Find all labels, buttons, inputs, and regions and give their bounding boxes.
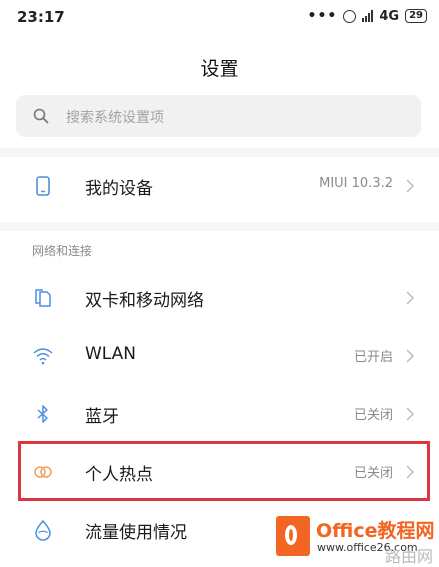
watermark-corner: 路由网 <box>384 547 433 566</box>
settings-row-bluetooth[interactable]: 蓝牙 已关闭 <box>0 385 439 443</box>
bluetooth-icon <box>37 405 48 423</box>
bluetooth-status: 已关闭 <box>353 408 393 423</box>
search-icon <box>33 108 49 124</box>
status-time: 23:17 <box>17 8 65 26</box>
section-header-network: 网络和连接 <box>32 244 93 258</box>
battery-icon: 29 <box>405 9 427 23</box>
phone-icon <box>36 176 50 196</box>
sim-card-icon <box>35 289 51 307</box>
highlight-annotation <box>18 441 430 501</box>
section-divider <box>0 148 439 157</box>
chevron-right-icon <box>406 179 415 193</box>
search-input[interactable]: 搜索系统设置项 <box>16 95 421 137</box>
page-title: 设置 <box>200 58 239 80</box>
status-bar: 23:17 ••• 4G 29 <box>0 0 439 34</box>
status-icons: ••• 4G 29 <box>307 8 427 24</box>
data-drop-icon <box>35 519 51 541</box>
chevron-right-icon <box>406 291 415 305</box>
chevron-right-icon <box>406 407 415 421</box>
wlan-status: 已开启 <box>353 350 393 365</box>
watermark: Office教程网 www.office26.com 路由网 <box>276 512 439 566</box>
bluetooth-label: 蓝牙 <box>85 407 119 427</box>
wifi-icon <box>33 348 53 365</box>
alarm-icon <box>343 9 357 23</box>
wlan-label: WLAN <box>85 344 137 364</box>
chevron-right-icon <box>406 349 415 363</box>
settings-row-dual-sim[interactable]: 双卡和移动网络 <box>0 269 439 327</box>
section-divider <box>0 222 439 231</box>
network-type-label: 4G <box>379 8 400 24</box>
office-logo-icon <box>276 516 310 556</box>
dual-sim-label: 双卡和移动网络 <box>85 291 204 311</box>
settings-row-my-device[interactable]: 我的设备 MIUI 10.3.2 <box>0 157 439 215</box>
more-notifications-icon: ••• <box>307 8 338 24</box>
my-device-label: 我的设备 <box>85 179 153 199</box>
my-device-value: MIUI 10.3.2 <box>319 176 393 191</box>
signal-strength-icon <box>362 10 374 22</box>
search-placeholder: 搜索系统设置项 <box>66 110 164 126</box>
data-usage-label: 流量使用情况 <box>85 523 187 543</box>
settings-row-wlan[interactable]: WLAN 已开启 <box>0 327 439 385</box>
watermark-brand: Office教程网 <box>316 520 435 542</box>
